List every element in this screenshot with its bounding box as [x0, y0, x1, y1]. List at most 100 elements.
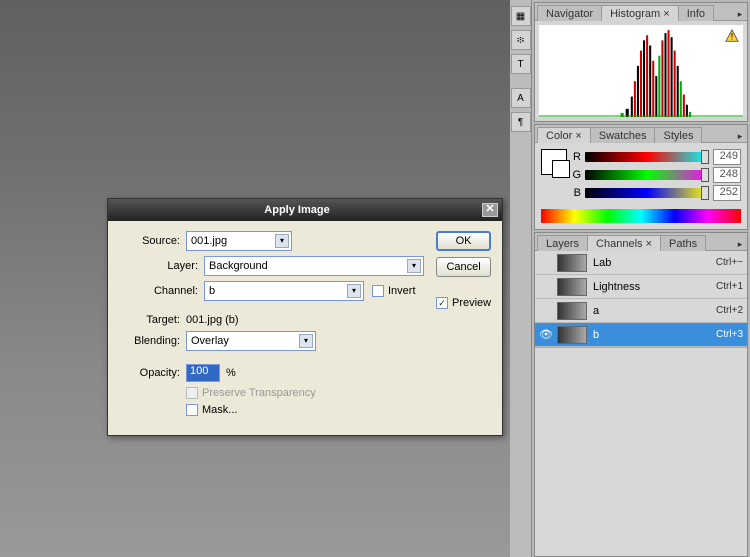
apply-image-dialog: Apply Image ✕ Source: 001.jpg ▾ Layer: B…	[107, 198, 503, 436]
channel-combo[interactable]: b ▾	[204, 281, 364, 301]
slider-g[interactable]	[585, 170, 709, 180]
source-combo[interactable]: 001.jpg ▾	[186, 231, 292, 251]
channel-shortcut: Ctrl+3	[716, 329, 743, 340]
channels-footer	[535, 347, 747, 417]
color-panel: Color × Swatches Styles ▸ R 249 G	[534, 124, 748, 230]
tab-histogram-label: Histogram	[610, 8, 660, 20]
spectrum-bar[interactable]	[541, 209, 741, 223]
tab-histogram[interactable]: Histogram ×	[601, 5, 679, 21]
slider-r-label: R	[571, 151, 581, 163]
checkbox-icon[interactable]	[186, 404, 198, 416]
chevron-down-icon[interactable]: ▾	[347, 284, 361, 298]
preserve-label: Preserve Transparency	[202, 387, 316, 399]
tab-paths[interactable]: Paths	[660, 235, 706, 251]
tool-button-1[interactable]: ▦	[511, 6, 531, 26]
opacity-input[interactable]: 100	[186, 364, 220, 382]
tab-channels-label: Channels	[596, 238, 642, 250]
close-icon[interactable]: ✕	[482, 203, 498, 217]
mask-checkbox[interactable]: Mask...	[186, 404, 237, 416]
channel-shortcut: Ctrl+1	[716, 281, 743, 292]
channel-value: b	[209, 285, 215, 297]
tab-info[interactable]: Info	[678, 5, 714, 21]
channels-panel: Layers Channels × Paths ▸ Lab Ctrl+~ Lig…	[534, 232, 748, 557]
channel-name: a	[593, 305, 716, 317]
tool-button-4[interactable]: A	[511, 88, 531, 108]
eye-icon[interactable]	[539, 304, 553, 318]
slider-thumb[interactable]	[701, 150, 709, 164]
tool-button-2[interactable]: ፨	[511, 30, 531, 50]
tab-navigator[interactable]: Navigator	[537, 5, 602, 21]
cancel-button[interactable]: Cancel	[436, 257, 491, 277]
tool-button-5[interactable]: ¶	[511, 112, 531, 132]
preview-label: Preview	[452, 297, 491, 309]
channel-thumb	[557, 278, 587, 296]
svg-text:!: !	[731, 32, 734, 43]
panel-menu-icon[interactable]: ▸	[733, 239, 747, 250]
layer-label: Layer:	[154, 260, 198, 272]
slider-r[interactable]	[585, 152, 709, 162]
slider-g-label: G	[571, 169, 581, 181]
background-swatch[interactable]	[552, 160, 570, 178]
preserve-transparency-checkbox: Preserve Transparency	[186, 387, 316, 399]
slider-r-value[interactable]: 249	[713, 149, 741, 165]
slider-thumb[interactable]	[701, 186, 709, 200]
tool-strip: ▦ ፨ T A ¶	[510, 0, 532, 557]
eye-icon[interactable]	[539, 256, 553, 270]
tool-button-3[interactable]: T	[511, 54, 531, 74]
checkbox-icon[interactable]: ✓	[436, 297, 448, 309]
foreground-swatch[interactable]	[541, 149, 567, 175]
layer-value: Background	[209, 260, 268, 272]
layer-combo[interactable]: Background ▾	[204, 256, 424, 276]
target-label: Target:	[120, 314, 180, 326]
tab-channels[interactable]: Channels ×	[587, 235, 661, 251]
ok-button[interactable]: OK	[436, 231, 491, 251]
channel-name: b	[593, 329, 716, 341]
invert-label: Invert	[388, 285, 416, 297]
blending-value: Overlay	[191, 335, 229, 347]
tab-layers[interactable]: Layers	[537, 235, 588, 251]
opacity-unit: %	[226, 367, 236, 379]
chevron-down-icon[interactable]: ▾	[407, 259, 421, 273]
blending-combo[interactable]: Overlay ▾	[186, 331, 316, 351]
channel-row-b[interactable]: 👁 b Ctrl+3	[535, 323, 747, 347]
slider-thumb[interactable]	[701, 168, 709, 182]
blending-label: Blending:	[120, 335, 180, 347]
channel-thumb	[557, 254, 587, 272]
source-label: Source:	[120, 235, 180, 247]
panel-menu-icon[interactable]: ▸	[733, 9, 747, 20]
preview-checkbox[interactable]: ✓ Preview	[436, 297, 491, 309]
mask-label: Mask...	[202, 404, 237, 416]
channel-thumb	[557, 302, 587, 320]
channel-shortcut: Ctrl+~	[716, 257, 743, 268]
chevron-down-icon[interactable]: ▾	[275, 234, 289, 248]
eye-icon[interactable]	[539, 280, 553, 294]
right-panel-dock: ▦ ፨ T A ¶ Navigator Histogram × Info ▸	[510, 0, 750, 557]
channel-row-lightness[interactable]: Lightness Ctrl+1	[535, 275, 747, 299]
histogram-panel: Navigator Histogram × Info ▸	[534, 2, 748, 122]
channel-row-a[interactable]: a Ctrl+2	[535, 299, 747, 323]
dialog-title: Apply Image	[112, 204, 482, 216]
dialog-titlebar[interactable]: Apply Image ✕	[108, 199, 502, 221]
chevron-down-icon[interactable]: ▾	[299, 334, 313, 348]
tab-styles[interactable]: Styles	[654, 127, 702, 143]
invert-checkbox[interactable]: Invert	[372, 285, 416, 297]
warning-icon[interactable]: !	[725, 29, 739, 43]
slider-g-value[interactable]: 248	[713, 167, 741, 183]
channel-name: Lightness	[593, 281, 716, 293]
channel-shortcut: Ctrl+2	[716, 305, 743, 316]
target-value: 001.jpg (b)	[186, 314, 239, 326]
tab-swatches[interactable]: Swatches	[590, 127, 656, 143]
opacity-label: Opacity:	[120, 367, 180, 379]
channel-row-lab[interactable]: Lab Ctrl+~	[535, 251, 747, 275]
source-value: 001.jpg	[191, 235, 227, 247]
tab-color-label: Color	[546, 130, 572, 142]
eye-icon[interactable]: 👁	[539, 328, 553, 342]
checkbox-icon[interactable]	[372, 285, 384, 297]
slider-b-value[interactable]: 252	[713, 185, 741, 201]
panel-menu-icon[interactable]: ▸	[733, 131, 747, 142]
channel-thumb	[557, 326, 587, 344]
channel-label: Channel:	[142, 285, 198, 297]
slider-b[interactable]	[585, 188, 709, 198]
histogram-chart: !	[539, 25, 743, 117]
tab-color[interactable]: Color ×	[537, 127, 591, 143]
